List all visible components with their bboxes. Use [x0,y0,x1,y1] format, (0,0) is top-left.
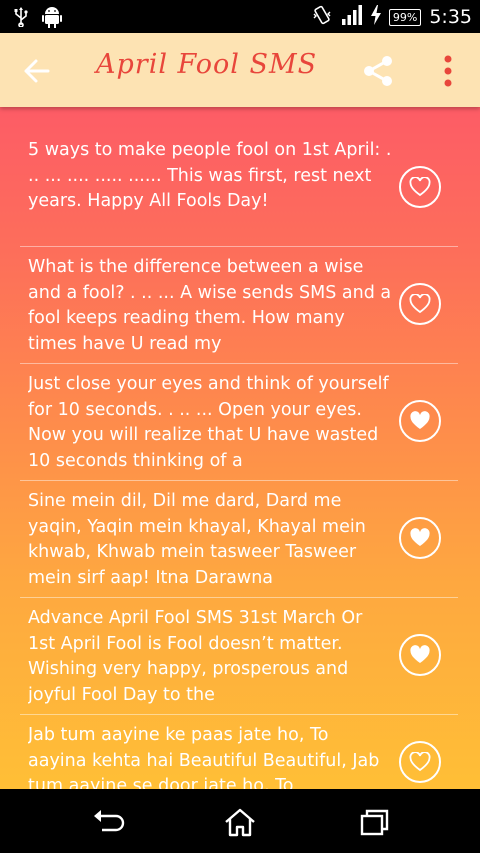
message-list: 5 ways to make people fool on 1st April:… [20,130,458,789]
heart-filled-icon [410,528,430,546]
message-text: Just close your eyes and think of yourse… [28,374,389,471]
list-item[interactable]: Jab tum aayine ke paas jate ho, To aayin… [20,715,458,789]
message-text: What is the difference between a wise an… [28,257,392,354]
recents-icon [360,809,389,836]
favorite-button[interactable] [399,166,441,208]
more-vert-icon [444,55,452,87]
page-title: April Fool SMS [96,49,318,80]
nav-home-button[interactable] [222,807,258,837]
favorite-button[interactable] [399,400,441,442]
charging-icon [370,5,381,29]
message-text: 5 ways to make people fool on 1st April:… [28,140,392,211]
heart-outline-icon [409,752,431,772]
system-navigation-bar [0,789,480,853]
more-options-button[interactable] [436,53,460,89]
heart-outline-icon [409,177,431,197]
vibrate-icon [311,4,333,30]
list-item[interactable]: 5 ways to make people fool on 1st April:… [20,130,458,247]
status-bar: 99% 5:35 [0,0,480,33]
heart-filled-icon [410,645,430,663]
back-icon [94,810,125,832]
share-button[interactable] [360,53,396,89]
message-text: Sine mein dil, Dil me dard, Dard me yaqi… [28,491,366,588]
favorite-button[interactable] [399,283,441,325]
message-list-container[interactable]: 5 ways to make people fool on 1st April:… [0,107,480,789]
list-item[interactable]: Sine mein dil, Dil me dard, Dard me yaqi… [20,481,458,598]
clock: 5:35 [429,6,472,28]
battery-level: 99% [388,8,422,26]
message-text: Advance April Fool SMS 31st March Or 1st… [28,608,363,705]
message-text: Jab tum aayine ke paas jate ho, To aayin… [28,725,380,789]
android-debug-icon [42,6,62,32]
list-item[interactable]: What is the difference between a wise an… [20,247,458,364]
home-icon [225,808,255,837]
app-bar: April Fool SMS [0,33,480,107]
usb-icon [14,7,28,31]
nav-recents-button[interactable] [356,807,392,837]
signal-icon [341,5,363,29]
heart-filled-icon [410,411,430,429]
list-item[interactable]: Advance April Fool SMS 31st March Or 1st… [20,598,458,715]
heart-outline-icon [409,294,431,314]
share-icon [364,56,392,86]
favorite-button[interactable] [399,517,441,559]
back-button[interactable] [22,55,54,87]
list-item[interactable]: Just close your eyes and think of yourse… [20,364,458,481]
nav-back-button[interactable] [90,807,126,837]
back-arrow-icon [24,59,50,83]
favorite-button[interactable] [399,741,441,783]
favorite-button[interactable] [399,634,441,676]
